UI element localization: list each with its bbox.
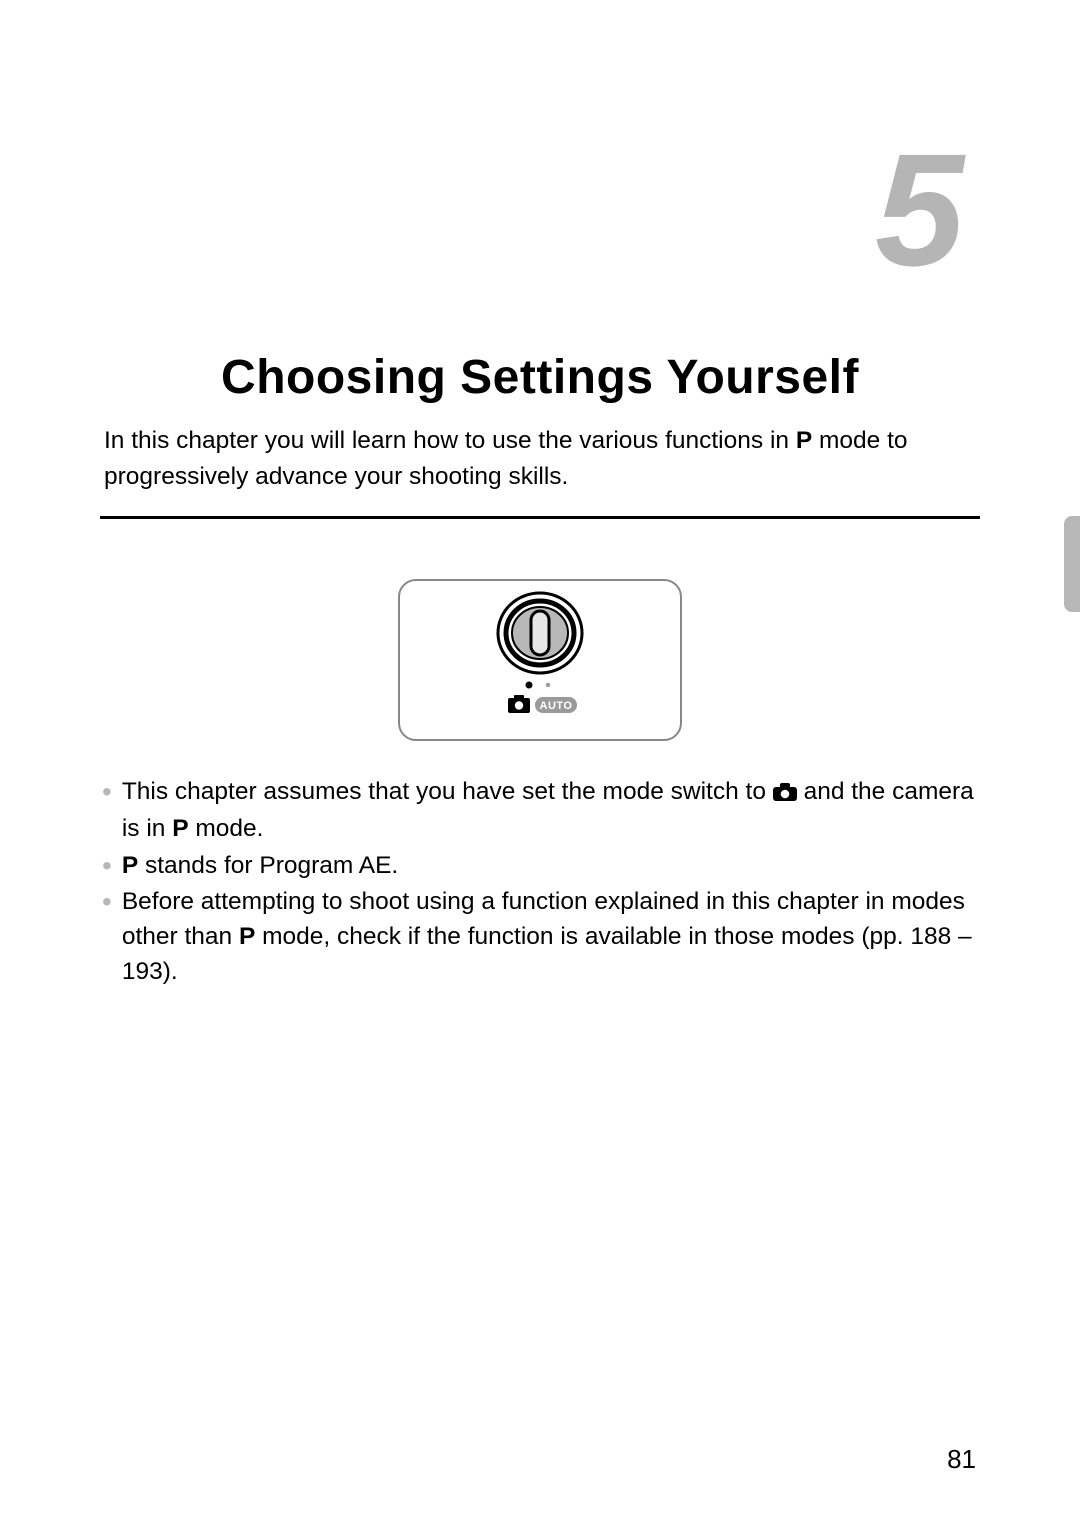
bullet1-text-a: This chapter assumes that you have set t… — [122, 778, 773, 805]
bullet2-text: stands for Program AE. — [138, 852, 398, 879]
list-item: • This chapter assumes that you have set… — [104, 775, 976, 847]
list-item: • P stands for Program AE. — [104, 849, 976, 884]
mode-switch-diagram: AUTO — [398, 579, 682, 741]
list-item: • Before attempting to shoot using a fun… — [104, 885, 976, 989]
chapter-number: 5 — [100, 130, 960, 290]
page-thumb-tab — [1064, 516, 1080, 612]
chapter-intro: In this chapter you will learn how to us… — [100, 423, 980, 519]
p-mode-symbol: P — [239, 923, 255, 950]
bullet1-text-c: mode. — [189, 815, 264, 842]
p-mode-symbol: P — [796, 427, 812, 454]
auto-label: AUTO — [540, 700, 573, 712]
bullet-list: • This chapter assumes that you have set… — [100, 775, 980, 990]
bullet-dot-icon: • — [102, 849, 112, 883]
chapter-title: Choosing Settings Yourself — [100, 350, 980, 405]
intro-text-1: In this chapter you will learn how to us… — [104, 427, 796, 454]
bullet-dot-icon: • — [102, 775, 112, 809]
camera-icon — [773, 777, 797, 812]
bullet-dot-icon: • — [102, 885, 112, 919]
page-number: 81 — [947, 1444, 976, 1475]
p-mode-symbol: P — [172, 815, 188, 842]
p-mode-symbol: P — [122, 852, 138, 879]
